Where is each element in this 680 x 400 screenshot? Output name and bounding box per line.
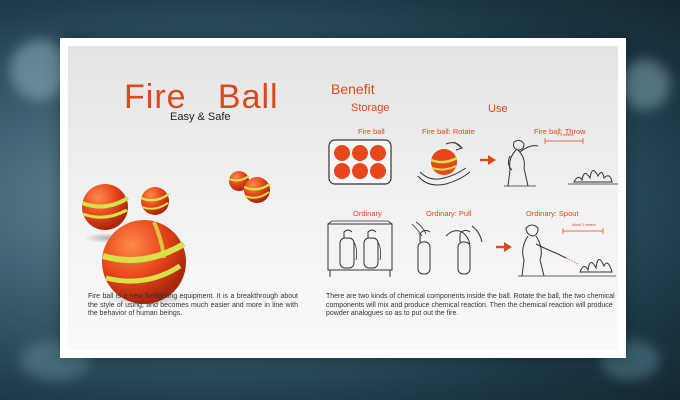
pull-pin-icon — [411, 221, 483, 275]
throw-person-icon — [504, 139, 618, 187]
distant-ball — [140, 187, 170, 215]
label-spout: Ordinary: Spout — [526, 209, 579, 218]
large-ball — [102, 220, 186, 304]
storage-heading: Storage — [351, 102, 390, 114]
extinguisher-cabinet-icon — [327, 220, 393, 277]
product-description: Fire ball is a new firefighting equipmen… — [88, 293, 298, 318]
label-ordinary: Ordinary — [353, 209, 382, 218]
fire-ball-photo — [81, 171, 271, 306]
spout-distance-marker — [562, 228, 604, 234]
storage-box-icon — [328, 139, 392, 185]
backdrop-blur — [620, 60, 670, 110]
throw-distance-marker — [544, 138, 584, 144]
rotate-hands-icon — [417, 141, 471, 186]
spout-distance-tag: About 2 meters — [572, 223, 596, 227]
small-ball — [81, 184, 130, 230]
arrow-right-icon — [480, 155, 496, 165]
benefit-heading: Benefit — [331, 81, 375, 97]
benefit-description: There are two kinds of chemical componen… — [326, 293, 615, 318]
throw-distance-tag: < 3 meters — [557, 133, 574, 137]
poster-panel: Fire Ball Easy & Safe Fire ball is a new… — [68, 46, 618, 350]
use-heading: Use — [488, 103, 508, 115]
distant-ball — [243, 177, 271, 203]
poster-card: Fire Ball Easy & Safe Fire ball is a new… — [60, 38, 626, 358]
product-subtitle: Easy & Safe — [170, 111, 231, 123]
label-fire-ball: Fire ball — [358, 127, 385, 136]
label-rotate: Fire ball: Rotate — [422, 127, 475, 136]
label-pull: Ordinary: Pull — [426, 209, 472, 218]
arrow-right-icon — [496, 242, 512, 252]
